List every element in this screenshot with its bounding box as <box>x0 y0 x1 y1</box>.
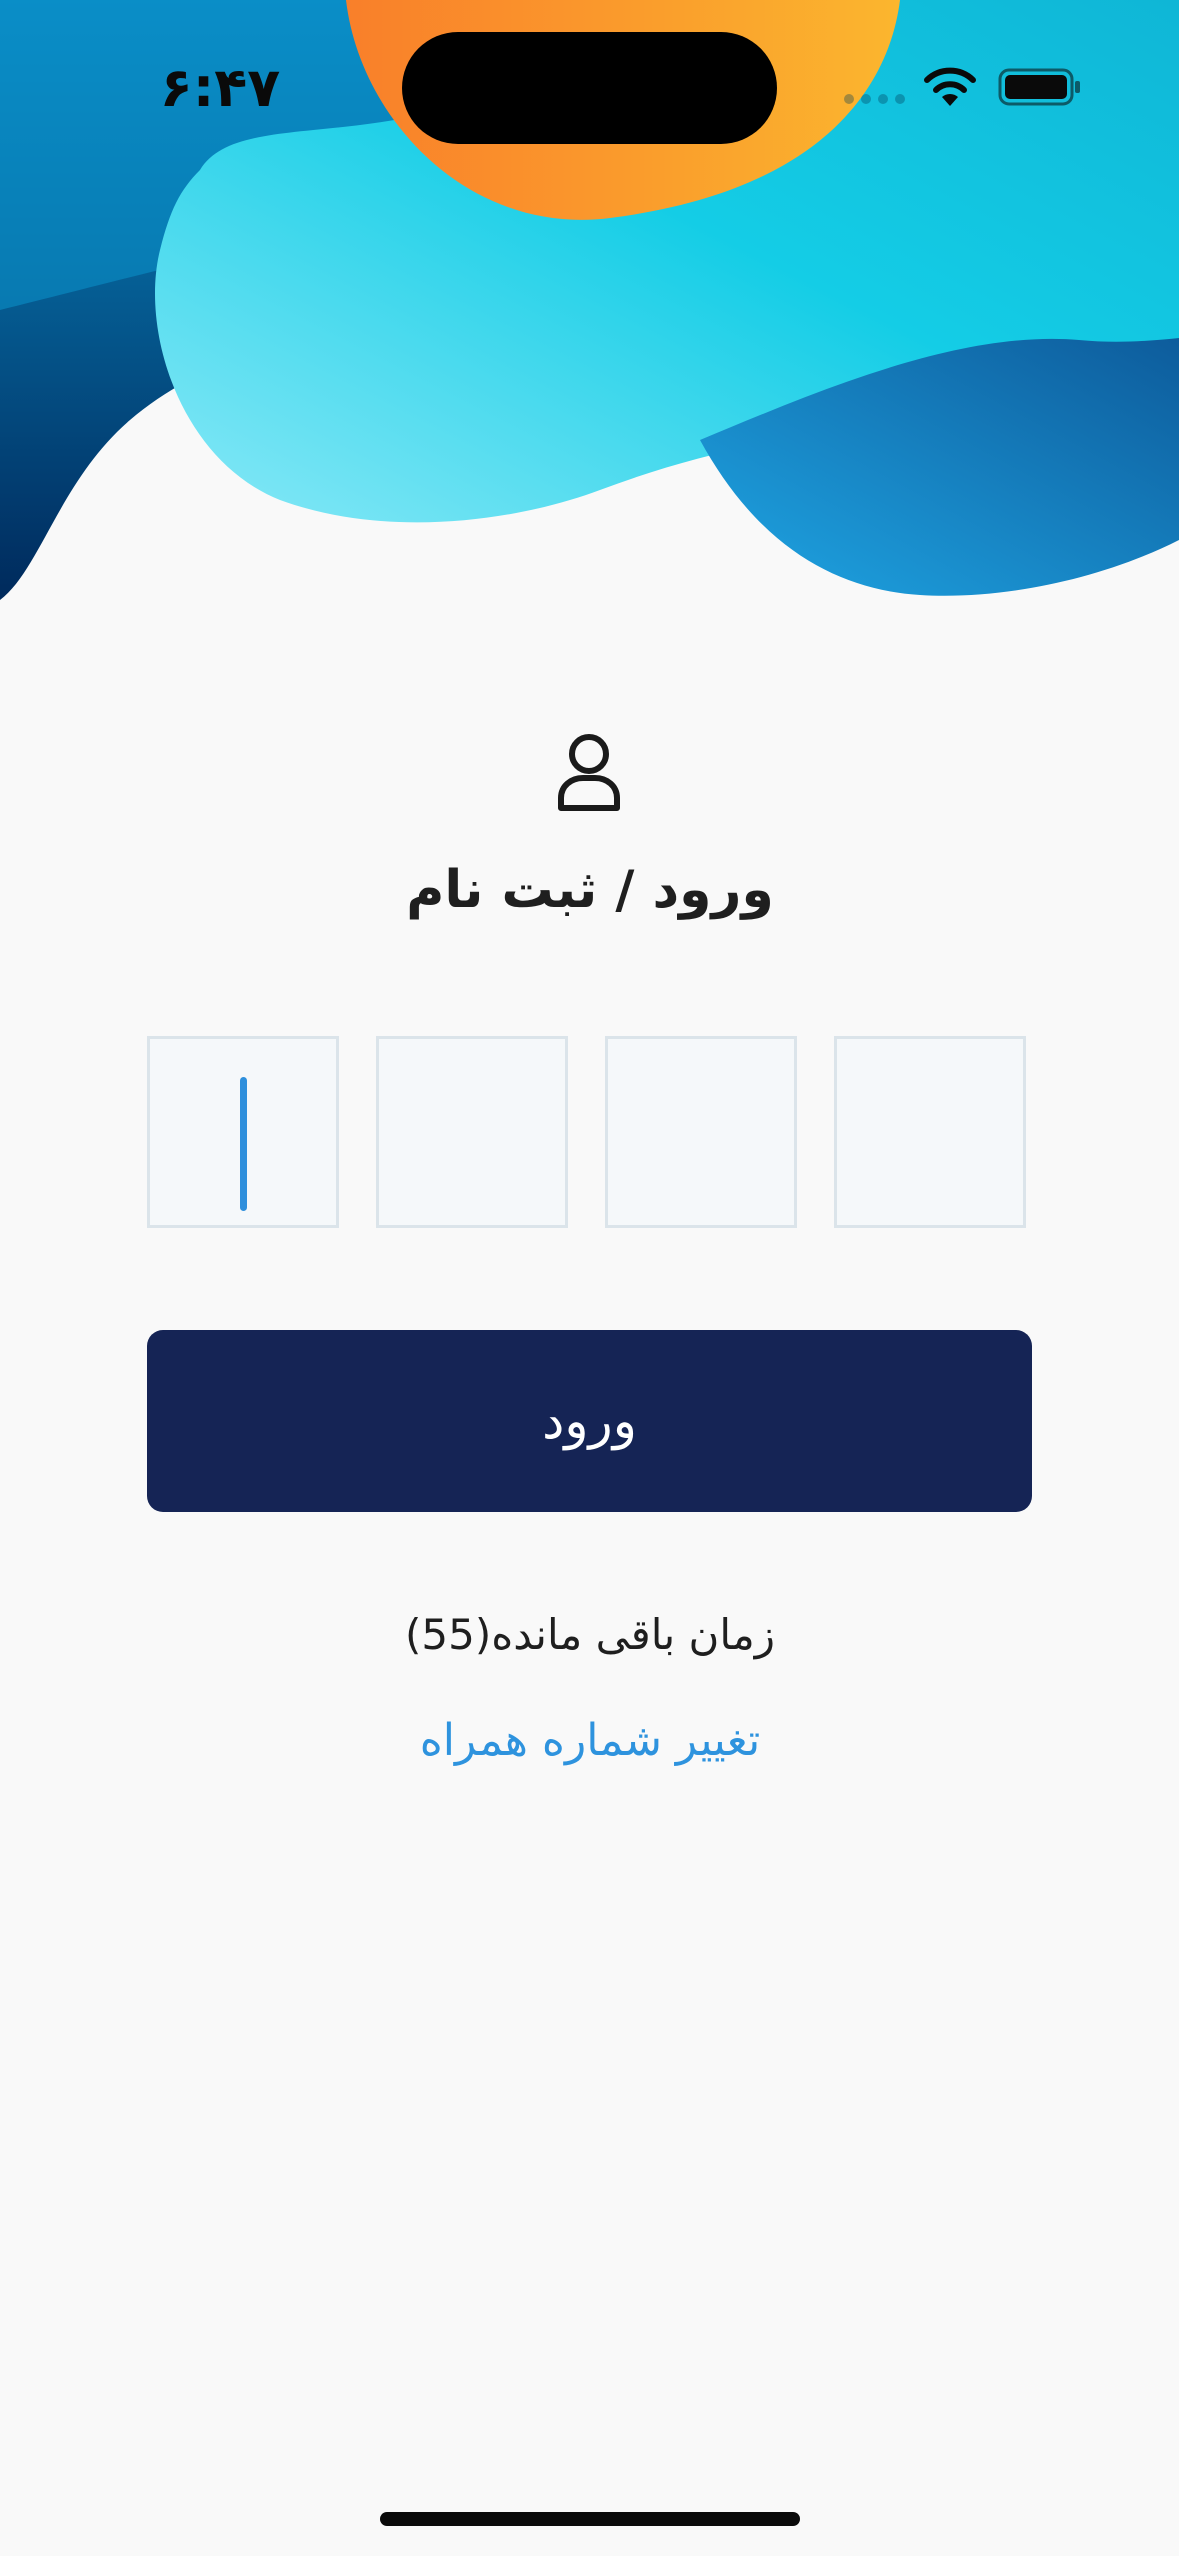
wifi-icon <box>924 67 976 106</box>
otp-digit-box-1[interactable] <box>147 1036 339 1228</box>
home-indicator[interactable] <box>380 2512 800 2526</box>
cellular-signal-icon <box>844 94 906 104</box>
otp-digit-box-2[interactable] <box>376 1036 568 1228</box>
remaining-time-text: زمان باقی مانده(55) <box>405 1610 775 1659</box>
otp-code-input <box>147 1036 1032 1234</box>
otp-digit-box-3[interactable] <box>605 1036 797 1228</box>
battery-icon <box>998 68 1080 106</box>
dynamic-island <box>402 32 777 144</box>
user-icon <box>558 734 620 811</box>
page-title: ورود / ثبت نام <box>406 860 774 920</box>
text-cursor <box>240 1077 247 1211</box>
login-button[interactable]: ورود <box>147 1330 1032 1512</box>
change-phone-number-link[interactable]: تغییر شماره همراه <box>290 1705 890 1777</box>
status-time: ۶:۴۷ <box>159 56 281 119</box>
status-bar: ۶:۴۷ <box>0 0 1179 170</box>
otp-digit-box-4[interactable] <box>834 1036 1026 1228</box>
